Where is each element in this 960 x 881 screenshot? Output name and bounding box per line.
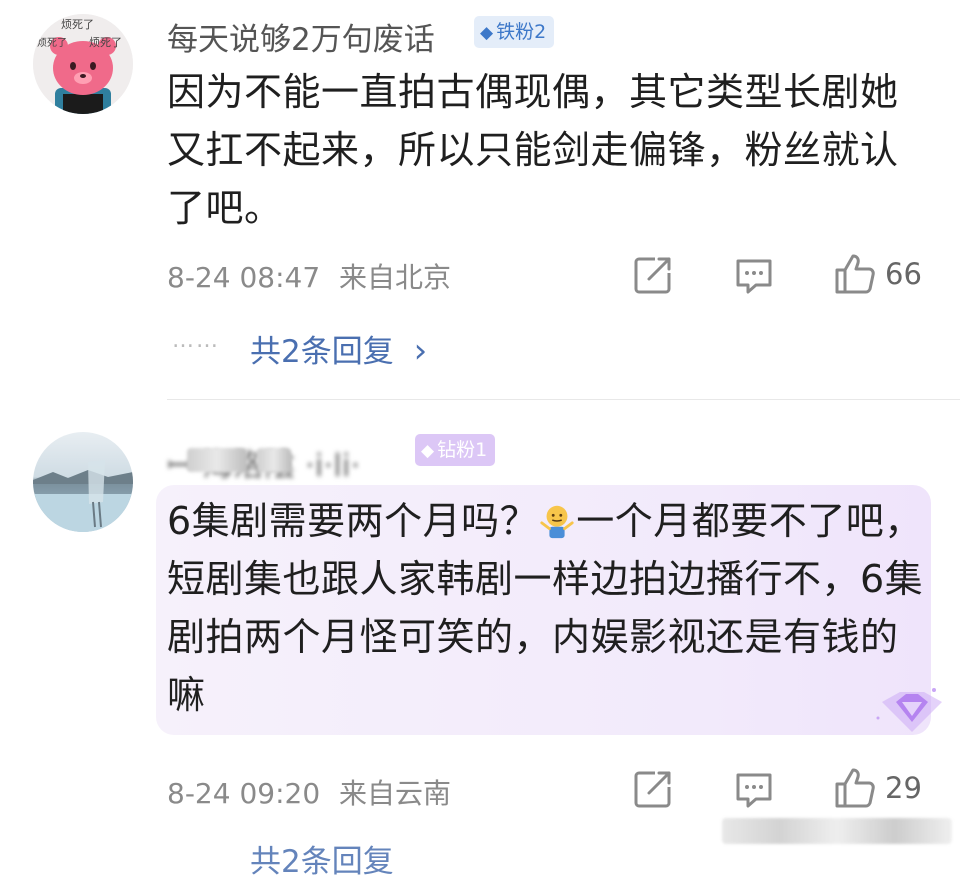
comment-text-part: 6集剧需要两个月吗？ (167, 499, 539, 543)
diamond-gem-icon: ◆ (480, 23, 494, 43)
replies-label: 共2条回复 (250, 334, 394, 370)
comment-location: 来自北京 (339, 261, 452, 294)
repost-icon (634, 257, 671, 294)
fan-badge[interactable]: ◆ 铁粉2 (474, 16, 555, 48)
comment-1: 烦死了 烦死了 烦死了 每天说够2万句废话 ◆ 铁粉2 因为不能一直拍古偶现偶，其… (0, 0, 960, 400)
reply-dots: …… (172, 328, 220, 353)
thumbs-up-icon (835, 254, 875, 294)
like-button[interactable]: 66 (833, 252, 922, 296)
diamond-gem-icon: ◆ (421, 441, 435, 461)
fan-badge[interactable]: ◆ 钻粉1 (415, 434, 496, 466)
repost-icon (634, 771, 671, 808)
view-replies-link[interactable]: 共2条回复 (250, 836, 394, 881)
username-mask (257, 448, 291, 472)
repost-button[interactable] (633, 769, 673, 809)
replies-label: 共2条回复 (250, 844, 394, 880)
landscape-avatar-icon (33, 432, 133, 532)
comment-meta: 8-24 08:47 来自北京 (167, 256, 451, 296)
thumbs-up-icon (835, 768, 875, 808)
purple-diamond-icon (876, 688, 942, 732)
comment-button[interactable] (734, 771, 774, 809)
comment-text: 因为不能一直拍古偶现偶，其它类型长剧她又扛不起来，所以只能剑走偏锋，粉丝就认了吧… (167, 70, 899, 230)
shrug-emoji-icon (540, 505, 574, 539)
comment-text: 6集剧需要两个月吗？ 一个月都要不了吧，短剧集也跟人家韩剧一样边拍边播行不，6集… (167, 492, 927, 724)
repost-button[interactable] (633, 255, 673, 295)
username-mask (187, 448, 247, 472)
comment-meta: 8-24 09:20 来自云南 (167, 772, 451, 812)
comment-icon (736, 773, 772, 808)
avatar-caption: 烦死了 (89, 36, 122, 49)
comment-date: 8-24 09:20 (167, 777, 321, 810)
comment-date: 8-24 08:47 (167, 261, 321, 294)
badge-label: 钻粉1 (437, 439, 488, 461)
comment-location: 来自云南 (339, 777, 452, 810)
avatar-caption: 烦死了 (37, 38, 67, 49)
username[interactable]: 每天说够2万句废话 (167, 14, 435, 59)
avatar[interactable] (33, 432, 133, 532)
comment-icon (736, 259, 772, 294)
like-count: 66 (885, 257, 922, 291)
watermark (722, 818, 952, 844)
view-replies-link[interactable]: 共2条回复 › (250, 326, 427, 371)
comment-2: ꟷ 海洛陰 ·i·li· ◆ 钻粉1 6集剧需要两个月吗？ 一个月都要不了吧，短剧… (0, 400, 960, 880)
username[interactable]: ꟷ 海洛陰 ·i·li· (167, 440, 407, 484)
like-count: 29 (885, 771, 922, 805)
comment-button[interactable] (734, 257, 774, 295)
chevron-right-icon: › (413, 331, 428, 371)
avatar[interactable]: 烦死了 烦死了 烦死了 (33, 14, 133, 114)
avatar-caption: 烦死了 (61, 18, 94, 31)
badge-label: 铁粉2 (496, 21, 547, 43)
like-button[interactable]: 29 (833, 766, 922, 810)
